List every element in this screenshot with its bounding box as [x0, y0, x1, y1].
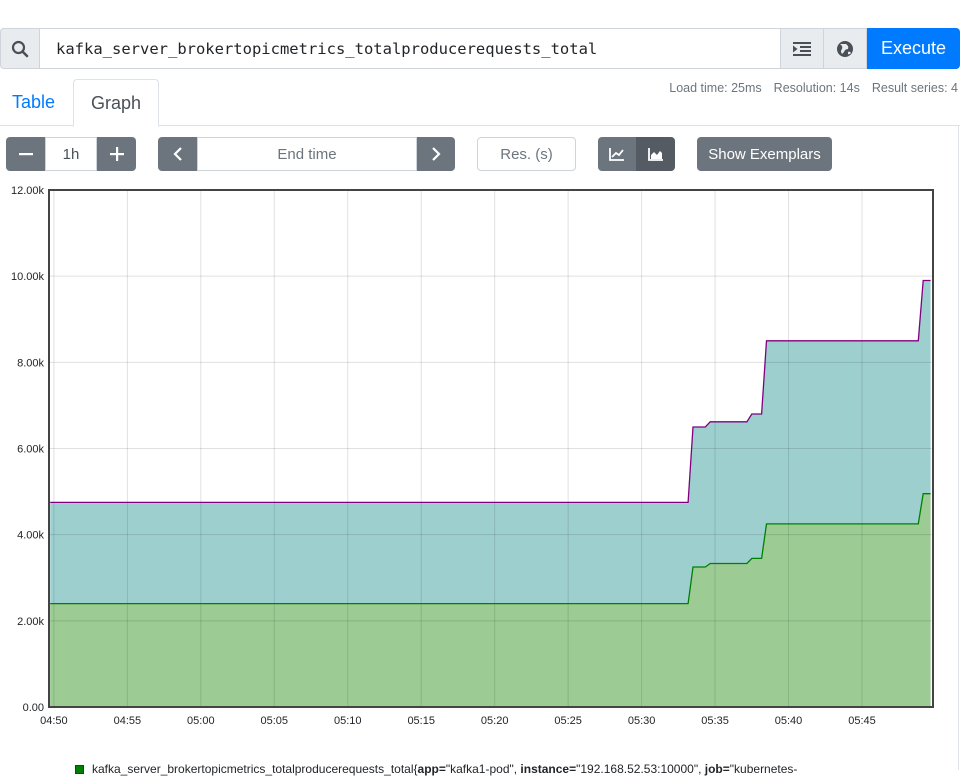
resolution-stat: Resolution: 14s: [773, 81, 860, 95]
graph-controls: 1h End time Res. (s) Show Exemplars: [0, 137, 960, 171]
legend-label-value: "192.168.52.53:10000",: [576, 762, 705, 776]
y-tick-label: 12.00k: [11, 185, 45, 197]
load-time: Load time: 25ms: [669, 81, 762, 95]
y-tick-label: 10.00k: [11, 271, 45, 283]
legend-label-value: "kafka1-pod",: [445, 762, 521, 776]
x-tick-label: 05:20: [481, 715, 509, 727]
tab-table[interactable]: Table: [0, 79, 67, 126]
x-tick-label: 05:40: [775, 715, 803, 727]
chevron-right-icon[interactable]: [417, 137, 455, 171]
query-input[interactable]: kafka_server_brokertopicmetrics_totalpro…: [39, 28, 781, 69]
y-tick-label: 4.00k: [17, 530, 44, 542]
tab-graph[interactable]: Graph: [73, 79, 159, 127]
search-icon[interactable]: [0, 28, 39, 69]
y-tick-label: 6.00k: [17, 444, 44, 456]
legend-label-key: job=: [704, 762, 730, 776]
y-tick-label: 2.00k: [17, 616, 44, 628]
query-stats: Load time: 25ms Resolution: 14s Result s…: [669, 81, 958, 95]
x-tick-label: 05:35: [701, 715, 729, 727]
execute-button[interactable]: Execute: [867, 28, 960, 69]
format-indent-icon[interactable]: [781, 28, 824, 69]
legend-metric: kafka_server_brokertopicmetrics_totalpro…: [92, 762, 418, 776]
y-tick-label: 8.00k: [17, 357, 44, 369]
legend-item[interactable]: kafka_server_brokertopicmetrics_totalpro…: [75, 762, 797, 776]
x-tick-label: 05:25: [554, 715, 582, 727]
legend-label-key: instance=: [520, 762, 577, 776]
legend-label-key: app=: [417, 762, 446, 776]
x-tick-label: 05:00: [187, 715, 215, 727]
x-tick-label: 04:50: [40, 715, 68, 727]
area-chart-icon[interactable]: [636, 137, 675, 171]
y-tick-label: 0.00: [23, 702, 44, 714]
x-tick-label: 05:10: [334, 715, 362, 727]
increase-range-button[interactable]: [97, 137, 136, 171]
resolution-input[interactable]: Res. (s): [477, 137, 576, 171]
x-tick-label: 05:30: [628, 715, 656, 727]
show-exemplars-button[interactable]: Show Exemplars: [697, 137, 832, 171]
legend-label-value: "kubernetes-: [729, 762, 798, 776]
x-tick-label: 05:45: [848, 715, 876, 727]
line-chart-icon[interactable]: [598, 137, 636, 171]
x-tick-label: 04:55: [114, 715, 142, 727]
x-tick-label: 05:05: [261, 715, 289, 727]
area-chart: 0.00 2.00k 4.00k 6.00k 8.00k 10.00k 12.00k 04:5…: [11, 185, 934, 727]
range-input[interactable]: 1h: [45, 137, 97, 171]
result-series: Result series: 4: [871, 81, 958, 95]
decrease-range-button[interactable]: [6, 137, 45, 171]
query-bar: kafka_server_brokertopicmetrics_totalpro…: [0, 28, 960, 69]
globe-icon[interactable]: [824, 28, 867, 69]
x-tick-label: 05:15: [407, 715, 435, 727]
chevron-left-icon[interactable]: [158, 137, 197, 171]
end-time-input[interactable]: End time: [197, 137, 417, 171]
